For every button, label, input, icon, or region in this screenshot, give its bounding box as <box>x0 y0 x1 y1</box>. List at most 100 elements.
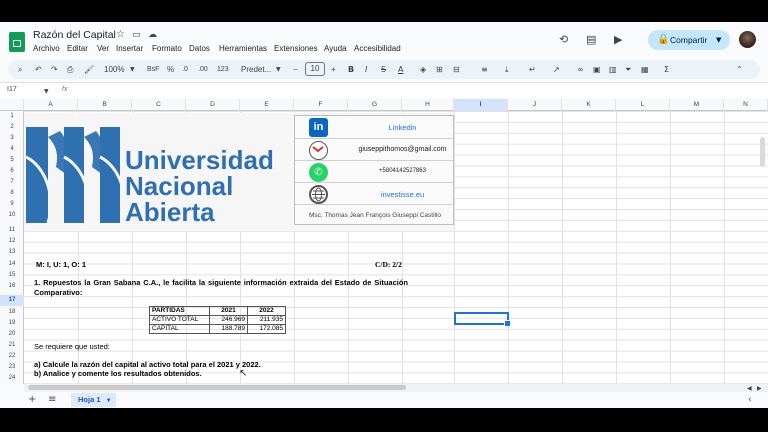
row-header[interactable]: 14 <box>0 259 24 270</box>
print-icon[interactable]: ⎙ <box>67 64 73 75</box>
insert-comment-icon[interactable]: ▣ <box>593 64 601 75</box>
row-header[interactable]: 3 <box>0 133 24 144</box>
row-header[interactable]: 13 <box>0 247 24 258</box>
row-header[interactable]: 7 <box>0 177 24 188</box>
selected-cell-I17[interactable] <box>454 312 511 327</box>
insert-chart-icon[interactable]: ▥ <box>609 64 617 75</box>
font-select[interactable]: Predet... <box>241 64 271 75</box>
star-icon[interactable]: ☆ <box>116 29 125 41</box>
column-header[interactable]: J <box>508 99 562 111</box>
row-header[interactable]: 23 <box>0 362 24 373</box>
menu-datos[interactable]: Datos <box>189 44 210 53</box>
redo-icon[interactable]: ↷ <box>51 64 58 75</box>
font-size-decrease[interactable]: − <box>293 64 298 75</box>
more-formats-button[interactable]: 123 <box>217 64 229 75</box>
paint-format-icon[interactable]: 🖌 <box>84 64 94 75</box>
row-header[interactable]: 18 <box>0 307 24 318</box>
font-size-input[interactable]: 10 <box>305 62 325 76</box>
functions-icon[interactable]: Σ <box>664 64 669 75</box>
font-size-increase[interactable]: + <box>331 64 336 75</box>
sheets-logo-icon[interactable] <box>9 32 25 52</box>
text-color-icon[interactable]: A <box>398 64 403 75</box>
insert-link-icon[interactable]: ∞ <box>577 64 584 75</box>
horizontal-scrollbar[interactable] <box>28 385 406 390</box>
text-rotation-icon[interactable]: ↗ <box>553 64 560 75</box>
collapse-toolbar-icon[interactable]: ⌃ <box>736 64 743 75</box>
percent-button[interactable]: % <box>167 64 174 75</box>
row-header[interactable]: 24 <box>0 373 24 384</box>
menu-editar[interactable]: Editar <box>67 44 88 53</box>
formula-input[interactable] <box>80 85 760 97</box>
column-header[interactable]: H <box>402 99 454 111</box>
header-banner-image[interactable]: Universidad Nacional Abierta in Linkedin… <box>24 113 455 231</box>
row-header[interactable]: 15 <box>0 270 24 281</box>
search-menus-icon[interactable]: ⌕ <box>18 64 22 75</box>
row-header[interactable]: 22 <box>0 351 24 362</box>
menu-formato[interactable]: Formato <box>152 44 182 53</box>
row-header-selected[interactable]: 17 <box>0 295 24 306</box>
row-header[interactable]: 21 <box>0 340 24 351</box>
menu-ayuda[interactable]: Ayuda <box>324 44 347 53</box>
meet-icon[interactable]: ▶ <box>614 34 622 46</box>
vertical-scrollbar[interactable] <box>760 137 765 167</box>
row-header[interactable]: 11 <box>0 225 24 236</box>
decrease-decimals-button[interactable]: .0 <box>182 64 188 75</box>
fill-color-icon[interactable]: ◈ <box>420 64 426 75</box>
filter-icon[interactable]: ⏷ <box>625 64 631 75</box>
column-header[interactable]: E <box>240 99 294 111</box>
menu-insertar[interactable]: Insertar <box>116 44 143 53</box>
row-header[interactable]: 4 <box>0 144 24 155</box>
avatar[interactable] <box>739 31 756 48</box>
menu-archivo[interactable]: Archivo <box>33 44 60 53</box>
share-button[interactable]: 🔒 Compartir ▼ <box>648 30 730 50</box>
name-box-dropdown-icon[interactable]: ▼ <box>44 86 49 98</box>
column-header[interactable]: N <box>724 99 768 111</box>
align-horizontal-icon[interactable]: ≡ <box>481 64 488 75</box>
select-all-corner[interactable] <box>0 99 24 111</box>
align-vertical-icon[interactable]: ⤓ <box>505 64 509 75</box>
merge-cells-icon[interactable]: ⊟ <box>453 64 460 75</box>
share-dropdown-icon[interactable]: ▼ <box>716 34 721 46</box>
row-header[interactable]: 8 <box>0 188 24 199</box>
text-wrap-icon[interactable]: ↵ <box>529 64 536 75</box>
row-header[interactable]: 9 <box>0 199 24 210</box>
row-header[interactable]: 2 <box>0 122 24 133</box>
document-title[interactable]: Razón del Capital <box>33 29 116 41</box>
row-header[interactable]: 19 <box>0 318 24 329</box>
zoom-dropdown-icon[interactable]: ▼ <box>130 64 135 75</box>
row-header[interactable]: 1 <box>0 111 24 122</box>
cloud-status-icon[interactable]: ☁ <box>148 29 157 41</box>
sheet-tab-dropdown-icon[interactable]: ▼ <box>106 398 112 404</box>
column-header[interactable]: B <box>78 99 132 111</box>
zoom-select[interactable]: 100% <box>104 64 124 75</box>
menu-ver[interactable]: Ver <box>97 44 109 53</box>
row-header[interactable]: 12 <box>0 236 24 247</box>
strikethrough-icon[interactable]: S <box>381 64 386 75</box>
row-header[interactable]: 6 <box>0 166 24 177</box>
column-header[interactable]: C <box>132 99 186 111</box>
name-box[interactable]: I17 <box>7 86 17 93</box>
italic-icon[interactable]: I <box>365 64 367 75</box>
web-link[interactable]: investisse.eu <box>350 190 455 199</box>
all-sheets-icon[interactable]: ≡ <box>48 394 56 406</box>
filter-views-icon[interactable]: ▦ <box>641 64 649 75</box>
column-header[interactable]: A <box>24 99 78 111</box>
font-dropdown-icon[interactable]: ▼ <box>276 64 281 75</box>
column-header[interactable]: F <box>294 99 348 111</box>
currency-button[interactable]: BsF <box>147 64 159 75</box>
column-header[interactable]: G <box>348 99 402 111</box>
move-folder-icon[interactable]: ▭ <box>132 29 141 41</box>
row-header[interactable]: 20 <box>0 329 24 340</box>
menu-herramientas[interactable]: Herramientas <box>219 44 267 53</box>
sheet-tab[interactable]: Hoja 1 ▼ <box>71 393 116 407</box>
column-header[interactable]: M <box>670 99 724 111</box>
linkedin-link[interactable]: Linkedin <box>350 123 455 132</box>
row-header[interactable]: 16 <box>0 281 24 292</box>
menu-accesibilidad[interactable]: Accesibilidad <box>354 44 401 53</box>
add-sheet-icon[interactable]: + <box>28 394 36 406</box>
comments-icon[interactable]: ▤ <box>586 34 596 46</box>
cell-grid[interactable]: Universidad Nacional Abierta in Linkedin… <box>24 111 768 384</box>
undo-icon[interactable]: ↶ <box>35 64 42 75</box>
menu-extensiones[interactable]: Extensiones <box>274 44 318 53</box>
column-header[interactable]: K <box>562 99 616 111</box>
